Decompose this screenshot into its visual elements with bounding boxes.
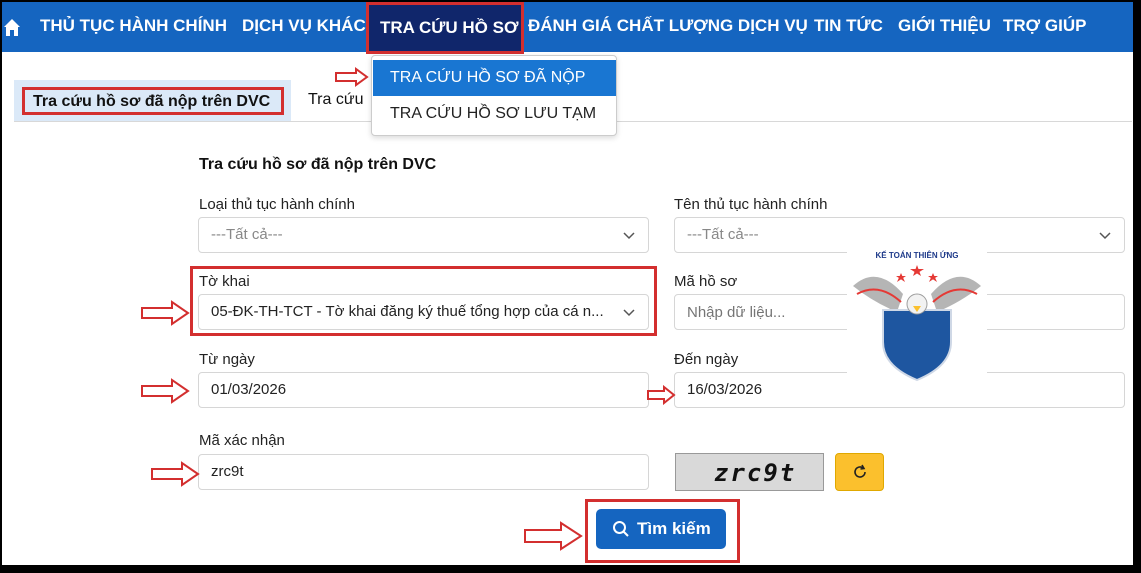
nav-item-danh-gia[interactable]: ĐÁNH GIÁ CHẤT LƯỢNG DỊCH VỤ — [528, 16, 808, 36]
arrow-icon — [141, 300, 190, 326]
arrow-icon — [151, 461, 200, 487]
arrow-icon — [524, 521, 583, 551]
to-khai-select[interactable]: 05-ĐK-TH-TCT - Tờ khai đăng ký thuế tổng… — [198, 294, 649, 330]
search-button-label: Tìm kiếm — [637, 519, 711, 538]
tra-cuu-dropdown-menu: TRA CỨU HỒ SƠ ĐÃ NỘP TRA CỨU HỒ SƠ LƯU T… — [371, 55, 617, 136]
tab-tra-cuu-luu-tam[interactable]: Tra cứu — [308, 91, 363, 109]
chevron-down-icon — [623, 309, 635, 317]
chevron-down-icon — [1099, 232, 1111, 240]
loai-thu-tuc-select[interactable]: ---Tất cả--- — [198, 217, 649, 253]
arrow-icon — [335, 67, 369, 87]
page-frame: THỦ TỤC HÀNH CHÍNH DỊCH VỤ KHÁC ĐÁNH GIÁ… — [0, 0, 1141, 573]
ten-thu-tuc-value: ---Tất cả--- — [687, 226, 759, 243]
home-icon[interactable] — [2, 16, 22, 38]
to-khai-label: Tờ khai — [199, 273, 250, 290]
loai-thu-tuc-value: ---Tất cả--- — [211, 226, 283, 243]
top-nav: THỦ TỤC HÀNH CHÍNH DỊCH VỤ KHÁC ĐÁNH GIÁ… — [2, 2, 1133, 52]
ke-toan-thien-ung-logo: KẾ TOÁN THIÊN ỨNG — [847, 224, 987, 384]
arrow-icon — [141, 378, 190, 404]
to-khai-value: 05-ĐK-TH-TCT - Tờ khai đăng ký thuế tổng… — [211, 303, 604, 320]
tu-ngay-input[interactable]: 01/03/2026 — [198, 372, 649, 408]
refresh-icon — [854, 464, 866, 478]
captcha-text: zrc9t — [714, 459, 797, 487]
search-button[interactable]: Tìm kiếm — [596, 509, 726, 549]
nav-item-dich-vu-khac[interactable]: DỊCH VỤ KHÁC — [242, 16, 366, 36]
nav-item-tro-giup[interactable]: TRỢ GIÚP — [1003, 16, 1086, 36]
tu-ngay-label: Từ ngày — [199, 351, 255, 368]
ten-thu-tuc-label: Tên thủ tục hành chính — [674, 196, 828, 213]
nav-item-thu-tuc[interactable]: THỦ TỤC HÀNH CHÍNH — [40, 16, 227, 36]
ma-ho-so-label: Mã hồ sơ — [674, 273, 738, 290]
form-title: Tra cứu hồ sơ đã nộp trên DVC — [199, 156, 437, 173]
tab-tra-cuu-da-nop-label: Tra cứu hồ sơ đã nộp trên DVC — [33, 93, 271, 110]
nav-item-gioi-thieu[interactable]: GIỚI THIỆU — [898, 16, 991, 36]
chevron-down-icon — [623, 232, 635, 240]
ma-xac-nhan-label: Mã xác nhận — [199, 432, 285, 449]
logo-name: KẾ TOÁN THIÊN ỨNG — [876, 250, 959, 260]
nav-item-tra-cuu-ho-so[interactable]: TRA CỨU HỒ SƠ — [366, 2, 524, 54]
nav-item-tin-tuc[interactable]: TIN TỨC — [814, 16, 883, 36]
tab-tra-cuu-da-nop-highlight: Tra cứu hồ sơ đã nộp trên DVC — [22, 87, 284, 115]
menu-item-tra-cuu-da-nop[interactable]: TRA CỨU HỒ SƠ ĐÃ NỘP — [373, 60, 616, 96]
menu-item-tra-cuu-luu-tam[interactable]: TRA CỨU HỒ SƠ LƯU TẠM — [373, 96, 616, 132]
nav-item-tra-cuu-ho-so-label: TRA CỨU HỒ SƠ — [380, 18, 519, 37]
loai-thu-tuc-label: Loại thủ tục hành chính — [199, 196, 355, 213]
search-icon — [613, 521, 629, 537]
den-ngay-label: Đến ngày — [674, 351, 739, 368]
ma-xac-nhan-input[interactable]: zrc9t — [198, 454, 649, 490]
arrow-icon — [647, 385, 676, 405]
refresh-captcha-button[interactable] — [835, 453, 884, 491]
captcha-image: zrc9t — [675, 453, 824, 491]
